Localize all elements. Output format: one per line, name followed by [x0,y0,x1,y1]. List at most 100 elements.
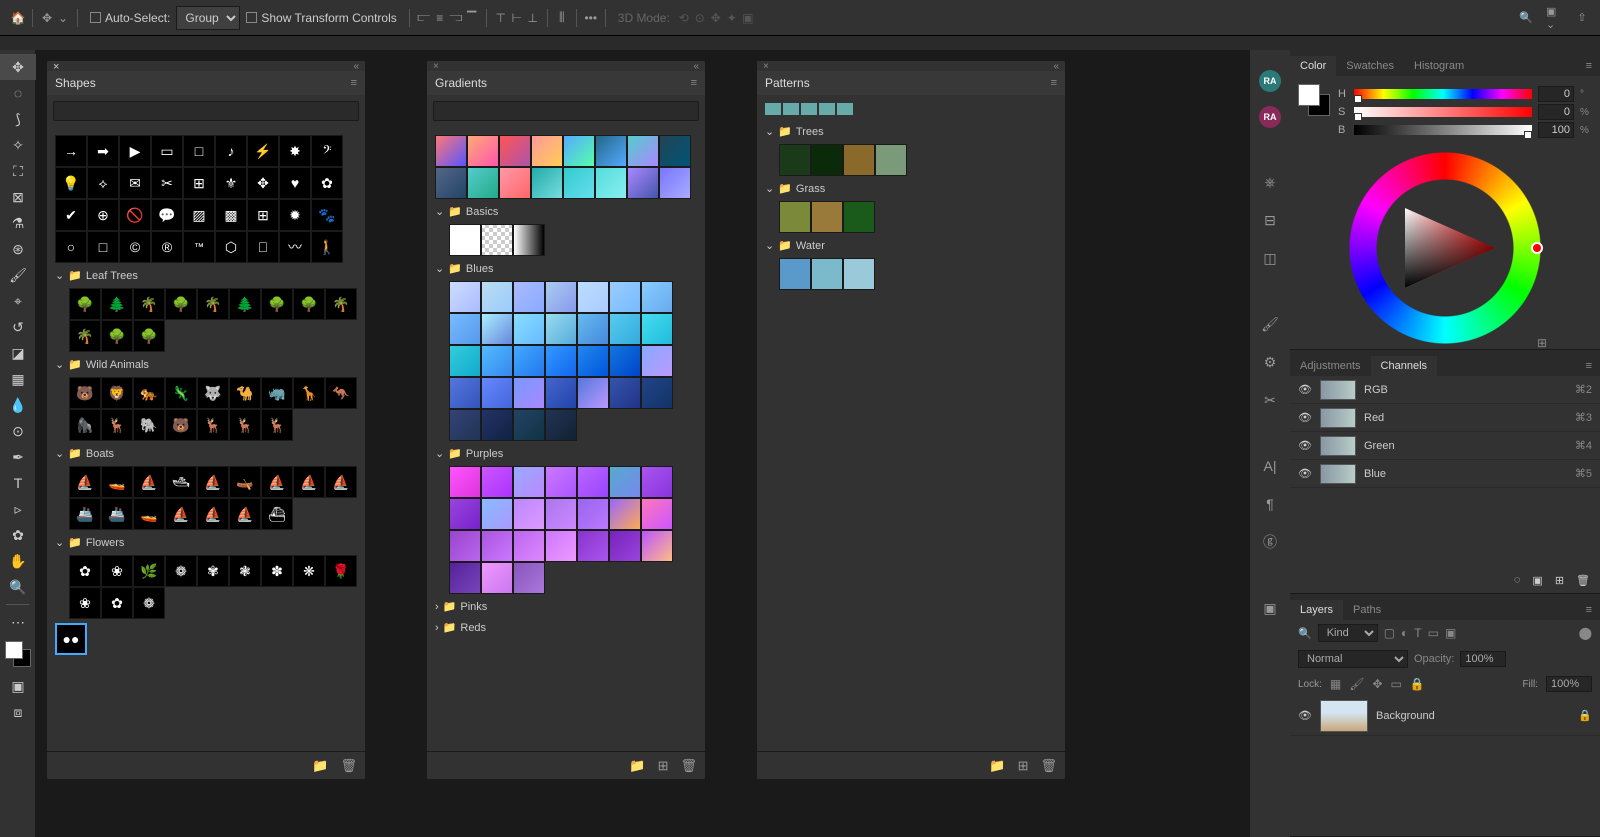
gradient-swatch[interactable] [627,167,659,199]
shape-swatch[interactable]: ⛵ [165,498,197,530]
gradient-swatch[interactable] [481,345,513,377]
more-icon[interactable]: ••• [583,10,599,26]
pattern-preset[interactable] [765,103,781,115]
lock-position-icon[interactable]: ✥ [1372,677,1382,691]
gradient-swatch[interactable] [513,562,545,594]
move-tool[interactable]: ✥ [0,54,36,80]
align-right-icon[interactable]: ⫎ [448,10,464,26]
shape-swatch[interactable]: ✿ [69,555,101,587]
lock-all-icon[interactable]: 🔒 [1410,677,1425,691]
lock-transparent-icon[interactable]: ▦ [1330,677,1341,691]
actions-icon[interactable]: ▣ [1258,596,1282,620]
gradient-swatch[interactable] [577,498,609,530]
gradient-swatch[interactable] [545,530,577,562]
trash-icon[interactable]: 🗑 [680,758,697,774]
gradients-search[interactable] [433,101,699,121]
channel-blue[interactable]: 👁Blue⌘5 [1290,460,1600,488]
shape-swatch[interactable]: ⛵ [261,466,293,498]
channels-tab[interactable]: Channels [1371,356,1437,376]
panel-menu-icon[interactable]: ≡ [1578,56,1600,76]
type-tool[interactable]: T [0,470,36,496]
gradient-swatch[interactable] [577,281,609,313]
trash-icon[interactable]: 🗑 [340,758,357,774]
gradient-swatch[interactable] [659,135,691,167]
shape-swatch[interactable]: ⛵ [293,466,325,498]
crop-tool[interactable]: ⛶ [0,158,36,184]
gradient-swatch[interactable] [449,466,481,498]
foreground-background-colors[interactable] [5,641,31,667]
gradient-swatch[interactable] [481,562,513,594]
libraries-icon[interactable]: ◫ [1258,246,1282,270]
shape-swatch[interactable]: ⛵ [325,466,357,498]
paths-tab[interactable]: Paths [1343,600,1391,620]
gradient-swatch[interactable] [481,530,513,562]
shape-tool[interactable]: ✿ [0,522,36,548]
channel-red[interactable]: 👁Red⌘3 [1290,404,1600,432]
trash-icon[interactable]: 🗑 [1040,758,1057,774]
folder-flowers[interactable]: ⌄📁Flowers [55,534,357,551]
shape-swatch[interactable]: 🌴 [325,288,357,320]
gradient-swatch[interactable] [513,345,545,377]
dropdown-icon[interactable]: ⌄ [55,10,71,26]
shape-swatch[interactable]: 🐺 [197,377,229,409]
shapes-tab[interactable]: Shapes [55,76,96,90]
gradient-swatch[interactable] [609,498,641,530]
search-icon[interactable]: 🔍 [1518,10,1534,26]
gradient-swatch[interactable] [577,530,609,562]
folder-basics[interactable]: ⌄📁Basics [435,203,697,220]
folder-grass[interactable]: ⌄📁Grass [765,180,1057,197]
gradient-swatch[interactable] [545,281,577,313]
gradient-swatch[interactable] [595,135,627,167]
layer-background[interactable]: 👁 Background 🔒 [1290,696,1600,736]
shape-swatch[interactable]: ✥ [247,167,279,199]
folder-water[interactable]: ⌄📁Water [765,237,1057,254]
shape-swatch[interactable]: 🚢 [69,498,101,530]
gradient-swatch[interactable] [513,409,545,441]
shape-swatch[interactable]: © [119,231,151,263]
gradient-swatch[interactable] [513,281,545,313]
gradient-swatch[interactable] [609,377,641,409]
workspace-icon[interactable]: ▣ ⌄ [1546,10,1562,26]
visibility-icon[interactable]: 👁 [1298,411,1312,424]
shape-swatch[interactable]: 🌲 [229,288,261,320]
auto-select-checkbox[interactable]: Auto-Select: [84,6,176,30]
filter-toggle-icon[interactable]: ⬤ [1579,626,1592,640]
pattern-swatch[interactable] [843,201,875,233]
gradient-swatch[interactable] [641,498,673,530]
gradient-swatch[interactable] [641,377,673,409]
gradient-swatch[interactable] [481,281,513,313]
gradient-swatch[interactable] [481,409,513,441]
shape-swatch[interactable]: ⊕ [87,199,119,231]
folder-pinks[interactable]: ›📁Pinks [435,598,697,615]
eyedropper-tool[interactable]: ⚗ [0,210,36,236]
shape-swatch[interactable]: 🦌 [101,409,133,441]
pattern-swatch[interactable] [875,144,907,176]
gradient-swatch[interactable] [531,135,563,167]
pattern-preset[interactable] [837,103,853,115]
fg-bg-mini[interactable] [1298,84,1330,116]
shape-swatch[interactable]: ✿ [311,167,343,199]
shape-swatch[interactable]: 🌴 [197,288,229,320]
gradient-swatch[interactable] [641,466,673,498]
gradient-swatch[interactable] [577,377,609,409]
lock-paint-icon[interactable]: 🖌 [1349,677,1364,691]
pattern-swatch[interactable] [811,258,843,290]
move-tool-icon[interactable]: ✥ [39,10,55,26]
gradient-swatch[interactable] [449,377,481,409]
shape-swatch[interactable]: ✽ [261,555,293,587]
share-icon[interactable]: ⇧ [1574,10,1590,26]
trash-icon[interactable]: 🗑 [1576,574,1590,587]
shape-swatch[interactable]: ® [151,231,183,263]
visibility-icon[interactable]: 👁 [1298,467,1312,480]
histogram-tab[interactable]: Histogram [1404,56,1474,76]
shape-swatch[interactable]: 🦌 [261,409,293,441]
gradient-swatch[interactable] [467,135,499,167]
panel-menu-icon[interactable]: ≡ [1051,77,1057,89]
shape-swatch[interactable]: 🦍 [69,409,101,441]
folder-boats[interactable]: ⌄📁Boats [55,445,357,462]
gradient-swatch[interactable] [449,345,481,377]
shape-swatch[interactable]: 🐻 [165,409,197,441]
shape-swatch[interactable]: ⛵ [197,498,229,530]
gradient-swatch[interactable] [449,409,481,441]
shape-swatch[interactable]: ♥ [279,167,311,199]
